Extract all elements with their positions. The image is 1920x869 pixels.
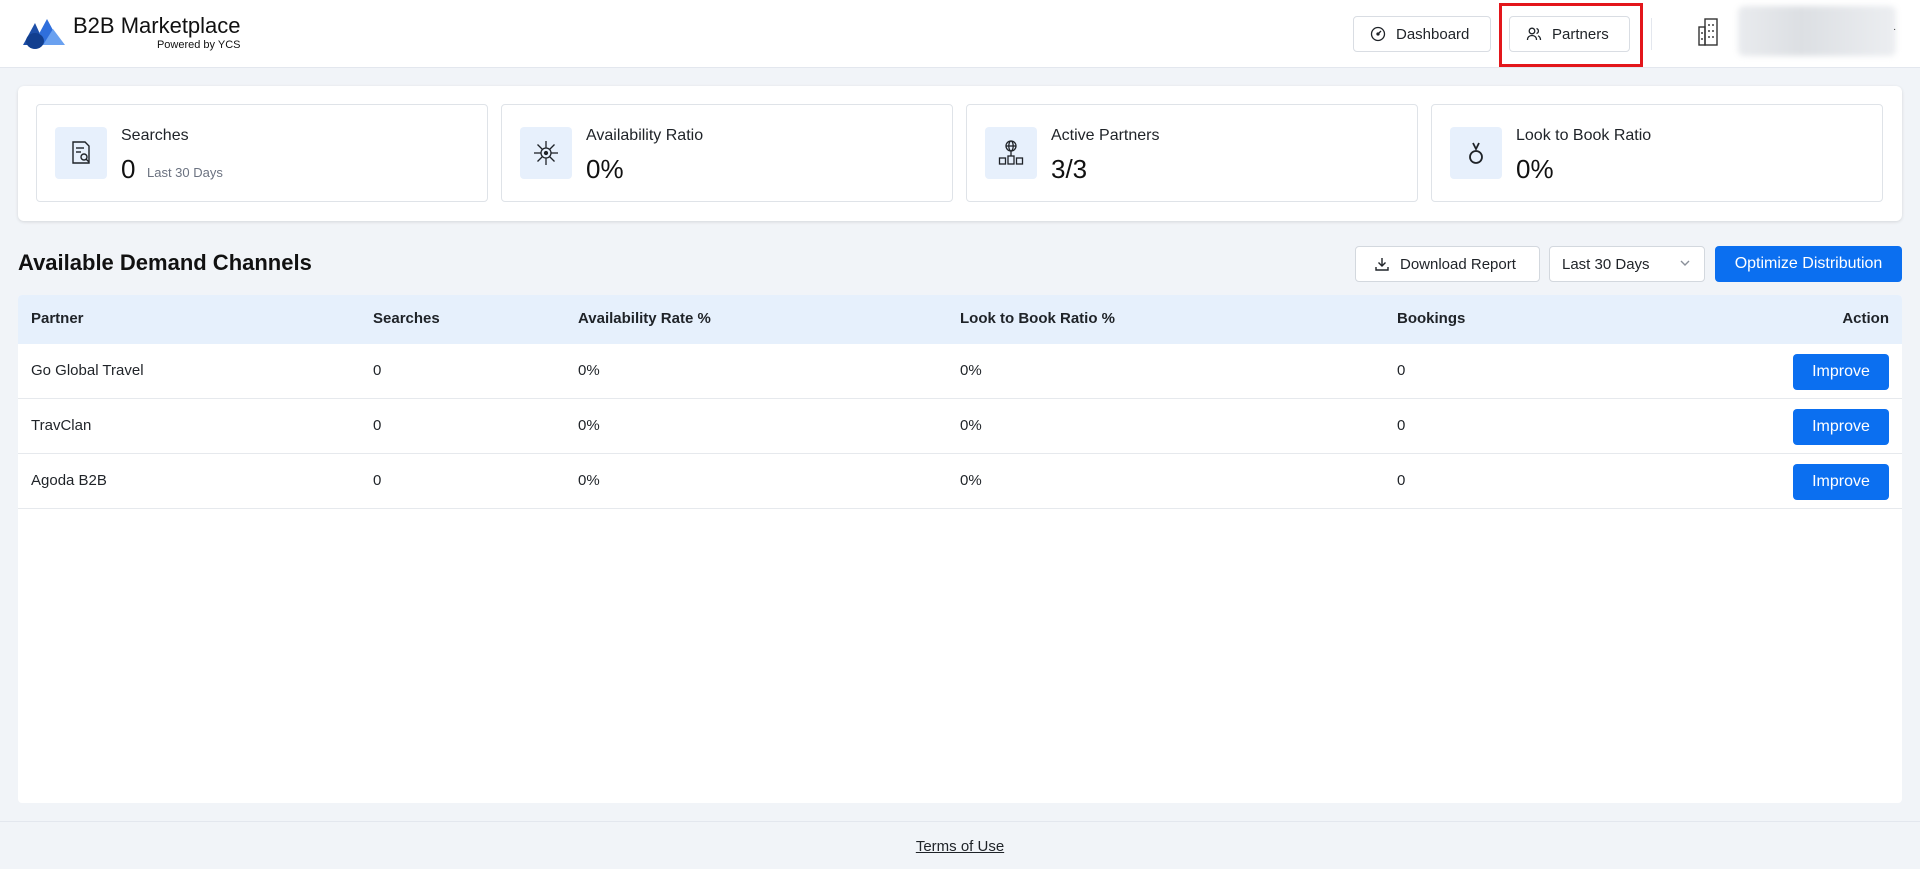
improve-button[interactable]: Improve [1793,409,1889,445]
search-document-icon [72,141,90,164]
brand[interactable]: B2B Marketplace Powered by YCS [21,14,241,51]
nav-partners-label: Partners [1552,25,1609,43]
caret-icon: · [1893,24,1897,35]
nav-dashboard-button[interactable]: Dashboard [1353,16,1491,52]
optimize-distribution-button[interactable]: Optimize Distribution [1715,246,1902,282]
nav-partners-button[interactable]: Partners [1509,16,1630,52]
download-icon [1375,258,1389,271]
stat-label: Active Partners [1051,127,1160,144]
stat-value: 0% [586,154,624,184]
table-row: Agoda B2B 0 0% 0% 0 Improve [18,454,1902,509]
cell-bookings: 0 [1397,417,1406,434]
stat-card-active-partners: Active Partners 3/3 [966,104,1418,202]
top-header: B2B Marketplace Powered by YCS Dashboard… [0,0,1920,68]
table-row: Go Global Travel 0 0% 0% 0 Improve [18,344,1902,399]
cell-look-to-book: 0% [960,417,982,434]
account-menu[interactable] [1738,6,1896,56]
stat-label: Searches [121,127,189,144]
column-header-availability[interactable]: Availability Rate % [578,310,711,327]
demand-channels-table: Partner Searches Availability Rate % Loo… [18,295,1902,803]
brand-subtitle: Powered by YCS [156,39,241,51]
cell-searches: 0 [373,362,382,379]
header-divider [1651,18,1652,50]
improve-button[interactable]: Improve [1793,354,1889,390]
cell-availability: 0% [578,472,600,489]
column-header-searches[interactable]: Searches [373,310,440,327]
cell-partner: Agoda B2B [31,472,107,489]
ycs-logo-icon [23,18,65,49]
cell-bookings: 0 [1397,362,1406,379]
ring-icon [1469,142,1483,164]
stat-value: 0% [1516,154,1554,184]
period-select[interactable]: Last 30 Days [1549,246,1705,282]
download-report-label: Download Report [1400,255,1516,273]
cell-searches: 0 [373,417,382,434]
improve-button[interactable]: Improve [1793,464,1889,500]
cell-look-to-book: 0% [960,362,982,379]
cell-availability: 0% [578,362,600,379]
stats-panel: Searches 0 Last 30 Days Availability Rat… [18,86,1902,221]
cell-bookings: 0 [1397,472,1406,489]
cell-partner: Go Global Travel [31,362,144,379]
section-title: Available Demand Channels [18,250,312,275]
globe-network-icon [998,140,1024,165]
stat-card-searches: Searches 0 Last 30 Days [36,104,488,202]
gauge-icon [1370,26,1386,42]
cell-availability: 0% [578,417,600,434]
column-header-action: Action [1842,310,1889,327]
nav-dashboard-label: Dashboard [1396,25,1470,43]
column-header-partner[interactable]: Partner [31,310,84,327]
stat-card-availability: Availability Ratio 0% [501,104,953,202]
column-header-look-to-book[interactable]: Look to Book Ratio % [960,310,1115,327]
stat-card-look-to-book: Look to Book Ratio 0% [1431,104,1883,202]
cell-searches: 0 [373,472,382,489]
stat-label: Look to Book Ratio [1516,127,1652,144]
users-icon [1526,27,1542,41]
footer: Terms of Use [0,821,1920,869]
cell-look-to-book: 0% [960,472,982,489]
stat-value: 0 [121,154,136,184]
virus-network-icon [534,141,558,165]
terms-of-use-link[interactable]: Terms of Use [0,838,1920,855]
brand-title: B2B Marketplace [73,13,241,38]
cell-partner: TravClan [31,417,92,434]
stat-label: Availability Ratio [586,127,704,144]
stat-period: Last 30 Days [147,165,223,180]
building-icon[interactable] [1696,17,1724,47]
chevron-down-icon [1680,260,1690,266]
period-select-value: Last 30 Days [1562,255,1650,273]
table-header: Partner Searches Availability Rate % Loo… [18,295,1902,344]
stat-value: 3/3 [1051,154,1088,184]
column-header-bookings[interactable]: Bookings [1397,310,1465,327]
download-report-button[interactable]: Download Report [1355,246,1540,282]
table-row: TravClan 0 0% 0% 0 Improve [18,399,1902,454]
